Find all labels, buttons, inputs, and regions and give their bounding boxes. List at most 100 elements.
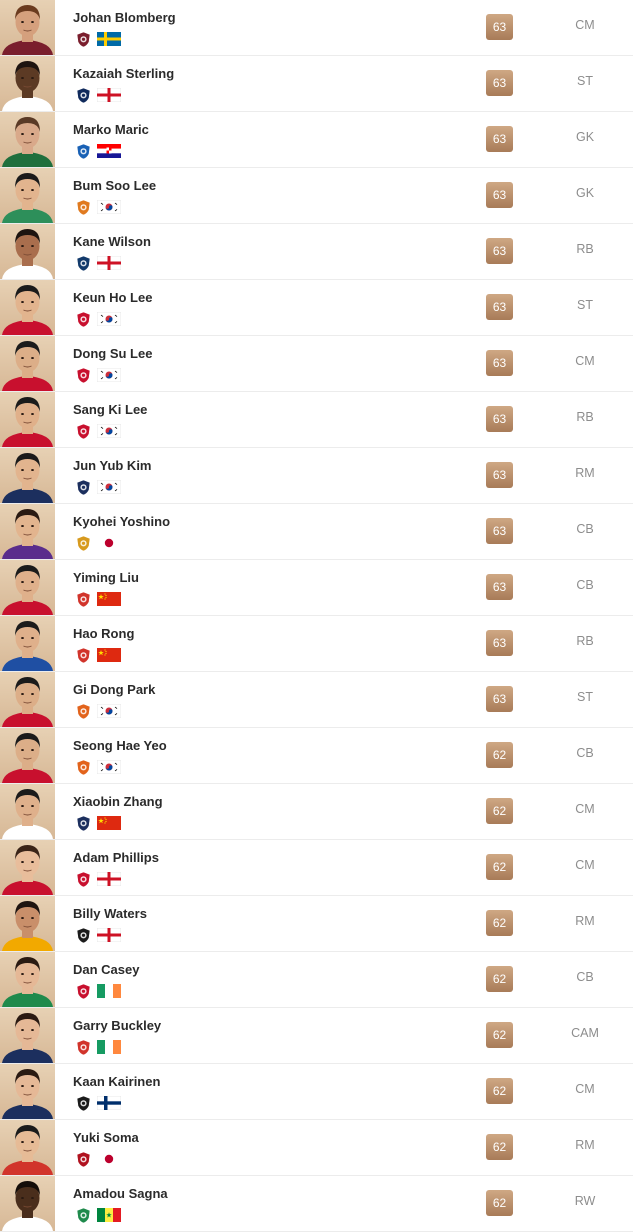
japan-flag-icon[interactable]: [97, 1152, 121, 1166]
player-name[interactable]: Johan Blomberg: [73, 10, 176, 25]
player-row[interactable]: Amadou Sagna 62 RW: [0, 1176, 633, 1232]
england-flag-icon[interactable]: [97, 256, 121, 270]
player-name[interactable]: Adam Phillips: [73, 850, 159, 865]
club-crest-green-red-icon[interactable]: [75, 1207, 92, 1224]
player-row[interactable]: Dong Su Lee 63 CM: [0, 336, 633, 392]
player-row[interactable]: Adam Phillips 62 CM: [0, 840, 633, 896]
korea-flag-icon[interactable]: [97, 368, 121, 382]
player-name[interactable]: Dong Su Lee: [73, 346, 152, 361]
club-crest-cockerel-icon[interactable]: [75, 87, 92, 104]
england-flag-icon[interactable]: [97, 872, 121, 886]
player-name[interactable]: Billy Waters: [73, 906, 147, 921]
player-name[interactable]: Amadou Sagna: [73, 1186, 168, 1201]
player-row[interactable]: Bum Soo Lee 63 GK: [0, 168, 633, 224]
player-row[interactable]: Johan Blomberg 63 CM: [0, 0, 633, 56]
club-crest-orange-icon[interactable]: [75, 759, 92, 776]
player-row[interactable]: Keun Ho Lee 63 ST: [0, 280, 633, 336]
player-row[interactable]: Yiming Liu 63 CB: [0, 560, 633, 616]
korea-flag-icon[interactable]: [97, 200, 121, 214]
player-name[interactable]: Marko Maric: [73, 122, 149, 137]
player-rating-badge: 62: [486, 1022, 513, 1048]
korea-flag-icon[interactable]: [97, 480, 121, 494]
club-crest-blue-icon[interactable]: [75, 143, 92, 160]
player-position: RM: [575, 466, 595, 480]
player-name[interactable]: Bum Soo Lee: [73, 178, 156, 193]
korea-flag-icon[interactable]: [97, 760, 121, 774]
player-name[interactable]: Gi Dong Park: [73, 682, 155, 697]
england-flag-icon[interactable]: [97, 928, 121, 942]
player-row[interactable]: Dan Casey 62 CB: [0, 952, 633, 1008]
korea-flag-icon[interactable]: [97, 424, 121, 438]
club-crest-red-icon[interactable]: [75, 311, 92, 328]
player-row[interactable]: Xiaobin Zhang 62 CM: [0, 784, 633, 840]
ireland-flag-icon[interactable]: [97, 1040, 121, 1054]
player-row[interactable]: Billy Waters 62 RM: [0, 896, 633, 952]
player-name[interactable]: Xiaobin Zhang: [73, 794, 163, 809]
player-row[interactable]: Jun Yub Kim 63 RM: [0, 448, 633, 504]
player-name[interactable]: Kazaiah Sterling: [73, 66, 174, 81]
club-crest-red-icon[interactable]: [75, 423, 92, 440]
korea-flag-icon[interactable]: [97, 704, 121, 718]
england-flag-icon[interactable]: [97, 88, 121, 102]
club-crest-red-gold-icon[interactable]: [75, 1151, 92, 1168]
club-crest-striped-icon[interactable]: [75, 255, 92, 272]
player-row[interactable]: Gi Dong Park 63 ST: [0, 672, 633, 728]
player-badges: [75, 367, 121, 383]
player-name[interactable]: Keun Ho Lee: [73, 290, 152, 305]
club-crest-red-white-icon[interactable]: [75, 1039, 92, 1056]
club-crest-black-amber-icon[interactable]: [75, 927, 92, 944]
player-row[interactable]: Garry Buckley 62 CAM: [0, 1008, 633, 1064]
player-name[interactable]: Yuki Soma: [73, 1130, 139, 1145]
club-crest-green-orange-icon[interactable]: [75, 199, 92, 216]
sweden-flag-icon[interactable]: [97, 32, 121, 46]
china-flag-icon[interactable]: [97, 816, 121, 830]
club-crest-maroon-icon[interactable]: [75, 31, 92, 48]
player-badges: [75, 143, 121, 159]
player-row[interactable]: Marko Maric 63 GK: [0, 112, 633, 168]
club-crest-red-icon[interactable]: [75, 871, 92, 888]
player-name[interactable]: Seong Hae Yeo: [73, 738, 167, 753]
player-badges: [75, 647, 121, 663]
player-badges: [75, 199, 121, 215]
player-name[interactable]: Kyohei Yoshino: [73, 514, 170, 529]
senegal-flag-icon[interactable]: [97, 1208, 121, 1222]
player-row[interactable]: Sang Ki Lee 63 RB: [0, 392, 633, 448]
player-name[interactable]: Jun Yub Kim: [73, 458, 152, 473]
player-name[interactable]: Yiming Liu: [73, 570, 139, 585]
china-flag-icon[interactable]: [97, 592, 121, 606]
player-row[interactable]: Hao Rong 63 RB: [0, 616, 633, 672]
japan-flag-icon[interactable]: [97, 536, 121, 550]
player-photo: [0, 1120, 55, 1175]
player-row[interactable]: Kaan Kairinen 62 CM: [0, 1064, 633, 1120]
player-row[interactable]: Kazaiah Sterling 63 ST: [0, 56, 633, 112]
club-crest-navy-gold-icon[interactable]: [75, 479, 92, 496]
player-name[interactable]: Hao Rong: [73, 626, 134, 641]
club-crest-red-gold-icon[interactable]: [75, 647, 92, 664]
player-position: CM: [575, 354, 595, 368]
player-row[interactable]: Kane Wilson 63 RB: [0, 224, 633, 280]
croatia-flag-icon[interactable]: [97, 144, 121, 158]
club-crest-red-black-icon[interactable]: [75, 983, 92, 1000]
ireland-flag-icon[interactable]: [97, 984, 121, 998]
player-row[interactable]: Seong Hae Yeo 62 CB: [0, 728, 633, 784]
player-rating-badge: 63: [486, 70, 513, 96]
club-crest-red-gold-icon[interactable]: [75, 591, 92, 608]
player-name[interactable]: Garry Buckley: [73, 1018, 161, 1033]
club-crest-gold-icon[interactable]: [75, 535, 92, 552]
player-row[interactable]: Yuki Soma 62 RM: [0, 1120, 633, 1176]
finland-flag-icon[interactable]: [97, 1096, 121, 1110]
player-photo: [0, 952, 55, 1007]
player-name[interactable]: Kaan Kairinen: [73, 1074, 160, 1089]
korea-flag-icon[interactable]: [97, 312, 121, 326]
player-rating-badge: 62: [486, 1078, 513, 1104]
player-name[interactable]: Sang Ki Lee: [73, 402, 147, 417]
club-crest-black-red-icon[interactable]: [75, 1095, 92, 1112]
china-flag-icon[interactable]: [97, 648, 121, 662]
club-crest-navy-gold-icon[interactable]: [75, 815, 92, 832]
player-position: CM: [575, 18, 595, 32]
player-row[interactable]: Kyohei Yoshino 63 CB: [0, 504, 633, 560]
club-crest-orange-icon[interactable]: [75, 703, 92, 720]
player-name[interactable]: Dan Casey: [73, 962, 139, 977]
player-name[interactable]: Kane Wilson: [73, 234, 151, 249]
club-crest-red-icon[interactable]: [75, 367, 92, 384]
